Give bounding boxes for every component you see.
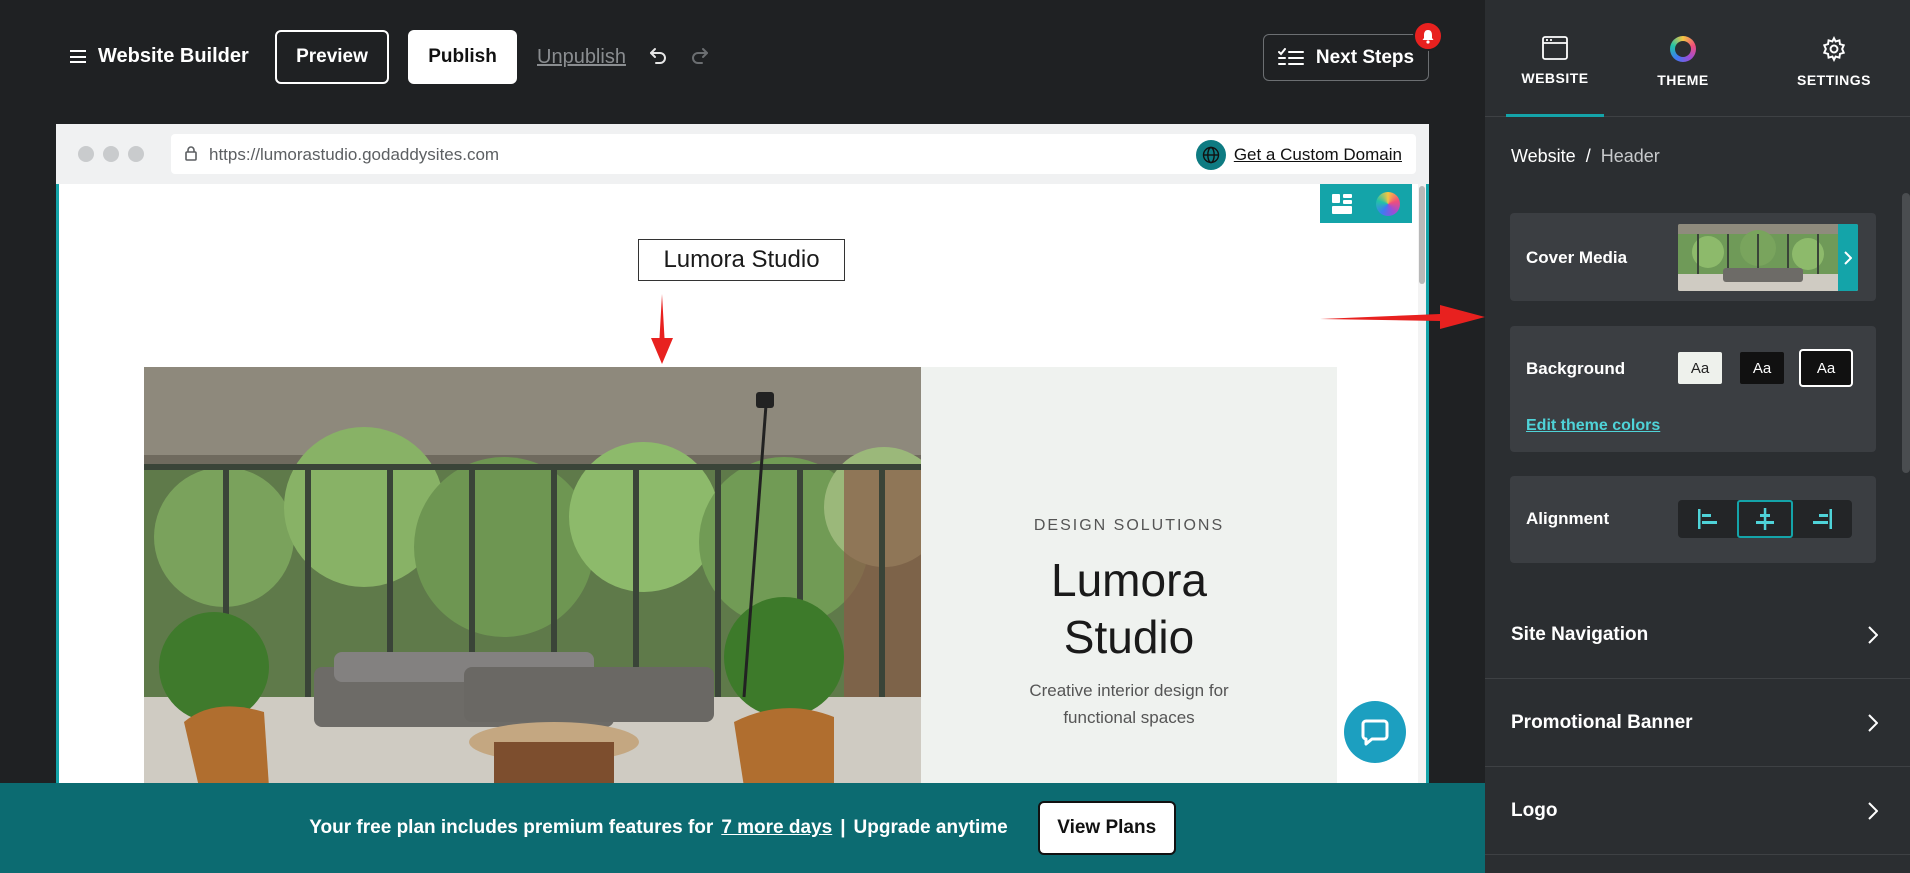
gear-icon [1822,36,1846,62]
background-swatch-light[interactable]: Aa [1678,352,1722,384]
site-logo-text[interactable]: Lumora Studio [638,239,845,281]
site-header-section[interactable]: Lumora Studio DESIGN SOLUTIONS Lumora St… [56,184,1429,784]
chat-button[interactable] [1344,701,1406,763]
top-toolbar: Website Builder Preview Publish Unpublis… [0,0,1485,115]
banner-separator: | [840,817,846,838]
breadcrumb-current: Header [1600,146,1660,166]
layout-icon[interactable] [1332,193,1352,214]
window-dots [78,146,144,162]
align-left-button[interactable] [1680,500,1736,538]
cover-media-thumbnail[interactable] [1678,224,1858,291]
breadcrumb-separator: / [1585,146,1591,166]
align-center-button[interactable] [1737,500,1793,538]
tab-website[interactable]: WEBSITE [1506,0,1604,117]
tab-theme[interactable]: THEME [1640,0,1726,117]
section-site-navigation[interactable]: Site Navigation [1485,591,1910,679]
lock-icon [185,146,197,161]
chevron-right-icon [1868,713,1878,732]
banner-upgrade-text: Upgrade anytime [853,817,1008,838]
view-plans-button[interactable]: View Plans [1037,801,1176,855]
tab-settings[interactable]: SETTINGS [1785,0,1883,117]
unpublish-link[interactable]: Unpublish [537,46,626,69]
chevron-right-icon [1868,801,1878,820]
cover-media-label: Cover Media [1526,248,1628,267]
edit-theme-colors-link[interactable]: Edit theme colors [1526,417,1660,435]
annotation-arrow-down [651,294,673,364]
next-steps-button[interactable]: Next Steps [1263,34,1429,81]
upgrade-banner: Your free plan includes premium features… [0,783,1485,873]
section-label: Site Navigation [1511,623,1649,645]
hamburger-icon[interactable] [70,50,86,63]
section-label: Promotional Banner [1511,711,1693,733]
chevron-right-icon [1868,625,1878,644]
hero-title[interactable]: Lumora Studio [921,552,1337,666]
globe-icon [1195,140,1226,170]
tab-theme-label: THEME [1657,72,1709,88]
hero-subtitle[interactable]: Creative interior design for functional … [921,677,1337,731]
breadcrumb: Website / Header [1511,146,1660,167]
app-menu[interactable]: Website Builder [70,45,249,68]
hero-title-line: Lumora [1051,554,1207,606]
custom-domain-label: Get a Custom Domain [1233,145,1402,164]
breadcrumb-root[interactable]: Website [1511,146,1576,166]
align-right-icon [1813,509,1832,529]
alignment-label: Alignment [1526,509,1610,528]
hero-subtitle-line: functional spaces [1063,708,1195,727]
color-ring-icon [1670,36,1696,62]
custom-domain-link[interactable]: Get a Custom Domain [1195,140,1402,170]
align-right-button[interactable] [1794,500,1850,538]
hero-subtitle-line: Creative interior design for [1029,681,1229,700]
redo-icon[interactable] [688,44,712,68]
hero-text-panel: DESIGN SOLUTIONS Lumora Studio Creative … [921,367,1337,784]
next-steps-label: Next Steps [1315,46,1415,68]
background-card: Background Aa Aa Aa Edit theme colors [1510,326,1876,452]
background-swatch-selected[interactable]: Aa [1799,349,1853,387]
section-promotional-banner[interactable]: Promotional Banner [1485,679,1910,767]
browser-address-bar: https://lumorastudio.godaddysites.com Ge… [56,124,1429,184]
annotation-arrow-right [1320,305,1485,329]
hero-cover-image[interactable] [144,367,921,784]
hero-title-line: Studio [1063,611,1195,663]
editor-side-panel: WEBSITE THEME SETTINGS Website / Header Co… [1485,0,1910,873]
section-logo[interactable]: Logo [1485,767,1910,855]
align-center-icon [1756,508,1774,530]
url-field: https://lumorastudio.godaddysites.com Ge… [171,134,1416,174]
chevron-right-icon [1838,224,1858,291]
site-preview-frame: https://lumorastudio.godaddysites.com Ge… [56,124,1429,784]
section-toolbar [1320,184,1412,223]
alignment-toggle-group [1678,500,1852,538]
checklist-icon [1277,47,1304,65]
panel-scrollbar[interactable] [1902,193,1910,473]
alignment-card: Alignment [1510,476,1876,563]
cover-media-card[interactable]: Cover Media [1510,213,1876,301]
tab-settings-label: SETTINGS [1796,72,1871,88]
background-swatch-dark[interactable]: Aa [1740,352,1784,384]
tab-website-label: WEBSITE [1521,70,1589,86]
preview-scrollbar[interactable] [1418,184,1426,784]
panel-tabs: WEBSITE THEME SETTINGS [1485,0,1910,117]
background-label: Background [1526,359,1626,378]
publish-button[interactable]: Publish [408,30,517,84]
undo-icon[interactable] [646,44,670,68]
trial-days-link[interactable]: 7 more days [721,817,832,839]
section-label: Logo [1511,799,1558,821]
app-title: Website Builder [98,45,249,67]
notification-bell-icon[interactable] [1413,21,1443,51]
preview-button[interactable]: Preview [275,30,389,84]
hero-kicker[interactable]: DESIGN SOLUTIONS [921,517,1337,535]
site-url: https://lumorastudio.godaddysites.com [209,145,500,164]
chat-icon [1361,719,1389,746]
banner-text: Your free plan includes premium features… [309,817,714,838]
browser-window-icon [1542,36,1568,60]
theme-color-icon[interactable] [1376,191,1400,216]
align-left-icon [1698,509,1717,529]
